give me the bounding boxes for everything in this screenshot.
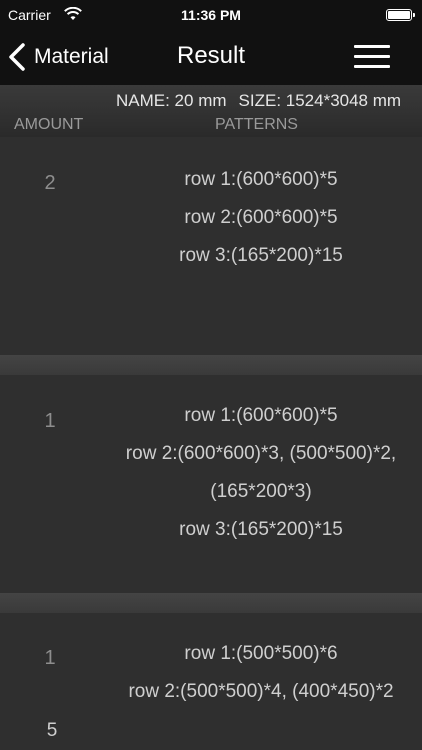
result-patterns: row 1:(600*600)*5 row 2:(600*600)*5 row … xyxy=(100,161,422,275)
total-count: 5 xyxy=(46,720,58,741)
result-card[interactable]: 2 row 1:(600*600)*5 row 2:(600*600)*5 ro… xyxy=(0,137,422,355)
back-button-label: Material xyxy=(34,45,109,68)
result-screen: Carrier 11:36 PM Material Result NAME: 2… xyxy=(0,0,422,750)
result-patterns: row 1:(600*600)*5 row 2:(600*600)*3, (50… xyxy=(100,397,422,549)
pattern-line: row 1:(600*600)*5 xyxy=(184,405,338,426)
pattern-line: row 3:(165*200)*15 xyxy=(179,245,343,266)
menu-button[interactable] xyxy=(354,43,390,71)
card-divider xyxy=(0,355,422,375)
menu-icon-bar xyxy=(354,55,390,58)
material-info-header: NAME: 20 mm SIZE: 1524*3048 mm AMOUNT PAT… xyxy=(0,85,422,137)
material-size: SIZE: 1524*3048 mm xyxy=(238,91,402,110)
material-meta: NAME: 20 mm SIZE: 1524*3048 mm xyxy=(116,91,401,111)
result-amount: 1 xyxy=(44,647,56,669)
result-card[interactable]: 1 row 1:(600*600)*5 row 2:(600*600)*3, (… xyxy=(0,375,422,593)
pattern-line: row 2:(600*600)*3, (500*500)*2, xyxy=(125,443,397,464)
result-amount: 2 xyxy=(44,172,56,194)
pattern-line: row 1:(500*500)*6 xyxy=(184,643,338,664)
pattern-line: row 2:(500*500)*4, (400*450)*2 xyxy=(128,681,394,702)
pattern-line: row 3:(165*200)*15 xyxy=(179,519,343,540)
menu-icon-bar xyxy=(354,65,390,68)
status-bar: Carrier 11:36 PM xyxy=(0,0,422,30)
pattern-line: (165*200*3) xyxy=(210,481,312,502)
pattern-line: row 1:(600*600)*5 xyxy=(184,169,338,190)
patterns-column-header: PATTERNS xyxy=(215,116,298,133)
status-time: 11:36 PM xyxy=(181,7,241,23)
navigation-bar: Material Result xyxy=(0,30,422,85)
card-divider xyxy=(0,593,422,613)
result-patterns: row 1:(500*500)*6 row 2:(500*500)*4, (40… xyxy=(100,635,422,711)
pattern-line: row 2:(600*600)*5 xyxy=(184,207,338,228)
back-button[interactable]: Material xyxy=(6,40,109,74)
amount-column-header: AMOUNT xyxy=(14,116,84,133)
chevron-left-icon xyxy=(9,43,25,71)
material-name: NAME: 20 mm xyxy=(116,91,227,110)
battery-icon xyxy=(386,9,415,21)
menu-icon xyxy=(354,45,390,48)
result-amount: 1 xyxy=(44,410,56,432)
result-card[interactable]: 1 row 1:(500*500)*6 row 2:(500*500)*4, (… xyxy=(0,613,422,750)
